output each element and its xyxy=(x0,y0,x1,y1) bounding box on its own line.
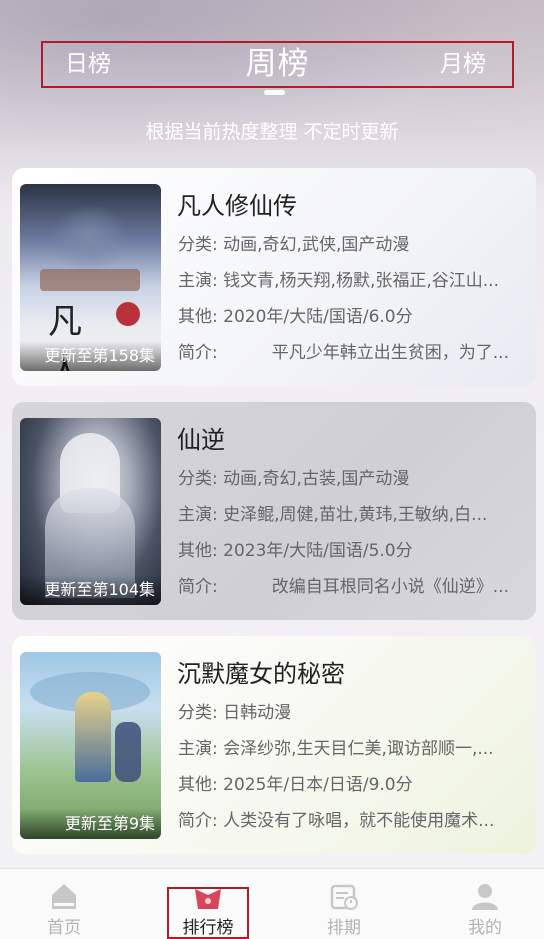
schedule-icon xyxy=(330,884,358,910)
item-intro: 简介: 平凡少年韩立出生贫困，为了... xyxy=(178,343,509,363)
bottom-nav: 首页 排行榜 排期 我的 xyxy=(0,868,544,939)
nav-schedule-label: 排期 xyxy=(327,918,361,938)
poster-image[interactable]: 更新至第9集 xyxy=(20,652,161,839)
tab-monthly[interactable]: 月榜 xyxy=(440,43,486,86)
item-other: 其他: 2025年/日本/日语/9.0分 xyxy=(178,775,413,795)
ranking-tabs: 日榜 周榜 月榜 xyxy=(41,41,514,88)
item-intro: 简介: 改编自耳根同名小说《仙逆》... xyxy=(178,577,509,597)
nav-home[interactable]: 首页 xyxy=(19,869,109,939)
nav-ranking[interactable]: 排行榜 xyxy=(167,887,249,939)
home-icon xyxy=(52,884,76,909)
item-title[interactable]: 凡人修仙传 xyxy=(177,186,297,221)
item-title[interactable]: 仙逆 xyxy=(177,420,225,455)
item-other: 其他: 2020年/大陆/国语/6.0分 xyxy=(178,307,413,327)
nav-profile-label: 我的 xyxy=(468,918,502,938)
active-tab-indicator xyxy=(264,90,285,95)
nav-profile[interactable]: 我的 xyxy=(440,869,530,939)
nav-ranking-label: 排行榜 xyxy=(182,918,234,938)
item-genre: 分类: 动画,奇幻,武侠,国产动漫 xyxy=(178,235,410,255)
item-title[interactable]: 沉默魔女的秘密 xyxy=(177,654,345,689)
nav-schedule[interactable]: 排期 xyxy=(299,869,389,939)
poster-image[interactable]: 凡人 更新至第158集 xyxy=(20,184,161,371)
ranking-icon xyxy=(195,889,221,909)
update-badge: 更新至第9集 xyxy=(64,814,155,833)
item-cast: 主演: 钱文青,杨天翔,杨默,张福正,谷江山... xyxy=(178,271,499,291)
item-genre: 分类: 动画,奇幻,古装,国产动漫 xyxy=(178,469,410,489)
ranking-subtitle: 根据当前热度整理 不定时更新 xyxy=(145,121,399,143)
list-item[interactable]: 更新至第9集 沉默魔女的秘密 分类: 日韩动漫 主演: 会泽纱弥,生天目仁美,诹… xyxy=(12,636,536,854)
item-other: 其他: 2023年/大陆/国语/5.0分 xyxy=(178,541,413,561)
item-cast: 主演: 会泽纱弥,生天目仁美,诹访部顺一,... xyxy=(178,739,494,759)
nav-home-label: 首页 xyxy=(47,918,81,938)
item-cast: 主演: 史泽鲲,周健,苗壮,黄玮,王敏纳,白... xyxy=(178,505,488,525)
list-item[interactable]: 凡人 更新至第158集 凡人修仙传 分类: 动画,奇幻,武侠,国产动漫 主演: … xyxy=(12,168,536,386)
list-item[interactable]: 更新至第104集 仙逆 分类: 动画,奇幻,古装,国产动漫 主演: 史泽鲲,周健… xyxy=(12,402,536,620)
item-genre: 分类: 日韩动漫 xyxy=(178,703,292,723)
item-intro: 简介: 人类没有了咏唱，就不能使用魔术... xyxy=(178,811,495,831)
update-badge: 更新至第158集 xyxy=(44,346,155,365)
poster-image[interactable]: 更新至第104集 xyxy=(20,418,161,605)
profile-icon xyxy=(472,884,498,910)
update-badge: 更新至第104集 xyxy=(44,580,155,599)
